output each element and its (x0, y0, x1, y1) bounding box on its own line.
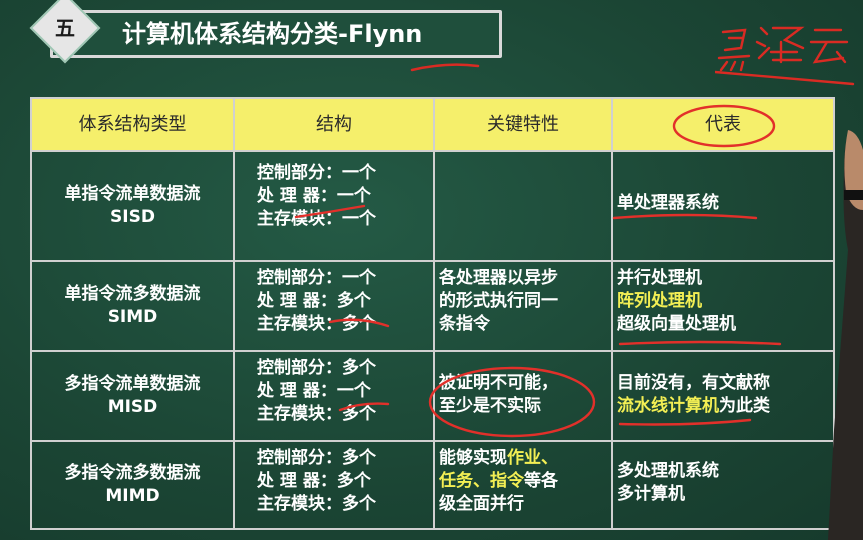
arch-type-cell: 单指令流单数据流 SISD (32, 152, 235, 262)
structure-line: 控制部分：多个 (257, 448, 376, 468)
representative-cell: 目前没有，有文献称 流水线计算机为此类 (613, 352, 833, 442)
feature-line: 条指令 (439, 314, 490, 334)
feature-cell: 能够实现作业、 任务、指令等各 级全面并行 (435, 442, 613, 528)
handwritten-signature (715, 26, 855, 86)
representative-line: 目前没有，有文献称 (617, 373, 770, 393)
arch-type-en: MISD (107, 397, 158, 417)
structure-line: 主存模块：一个 (257, 209, 376, 229)
arch-type-en: SIMD (107, 307, 158, 327)
structure-line: 主存模块：多个 (257, 494, 376, 514)
arch-type-cn: 多指令流单数据流 (64, 374, 201, 394)
representative-line: 多处理机系统 (617, 461, 719, 481)
structure-line: 主存模块：多个 (257, 314, 376, 334)
structure-cell: 控制部分：多个 处 理 器：一个 主存模块：多个 (235, 352, 435, 442)
flynn-classification-table: 体系结构类型 结构 关键特性 代表 单指令流单数据流 SISD 控制部分：一个 … (30, 97, 835, 530)
representative-cell: 多处理机系统 多计算机 (613, 442, 833, 528)
representative-line: 流水线计算机为此类 (617, 395, 833, 418)
structure-line: 控制部分：一个 (257, 163, 376, 183)
header-representative: 代表 (613, 99, 833, 152)
structure-cell: 控制部分：一个 处 理 器：一个 主存模块：一个 (235, 152, 435, 262)
representative-line: 并行处理机 (617, 268, 702, 288)
feature-cell (435, 152, 613, 262)
arch-type-cn: 多指令流多数据流 (64, 463, 201, 483)
structure-line: 处 理 器：一个 (257, 381, 371, 401)
table-row: 多指令流多数据流 MIMD 控制部分：多个 处 理 器：多个 主存模块：多个 能… (32, 442, 833, 528)
feature-line: 的形式执行同一 (439, 291, 558, 311)
representative-cell: 单处理器系统 (613, 152, 833, 262)
feature-line: 级全面并行 (439, 494, 524, 514)
structure-line: 控制部分：多个 (257, 358, 376, 378)
table-header-row: 体系结构类型 结构 关键特性 代表 (32, 99, 833, 152)
representative-line: 多计算机 (617, 484, 685, 504)
representative-line-highlight: 阵列处理机 (617, 291, 702, 311)
annotation-underline (410, 63, 480, 72)
table-row: 单指令流多数据流 SIMD 控制部分：一个 处 理 器：多个 主存模块：多个 各… (32, 262, 833, 352)
presenter-figure (828, 130, 863, 540)
table-row: 多指令流单数据流 MISD 控制部分：多个 处 理 器：一个 主存模块：多个 被… (32, 352, 833, 442)
representative-rest: 为此类 (719, 396, 770, 416)
feature-cell: 被证明不可能， 至少是不实际 (435, 352, 613, 442)
table-row: 单指令流单数据流 SISD 控制部分：一个 处 理 器：一个 主存模块：一个 单… (32, 152, 833, 262)
section-badge-label: 五 (55, 16, 75, 40)
feature-cell: 各处理器以异步 的形式执行同一 条指令 (435, 262, 613, 352)
arch-type-cn: 单指令流单数据流 (64, 184, 201, 204)
header-key-feature: 关键特性 (435, 99, 613, 152)
structure-line: 处 理 器：多个 (257, 471, 371, 491)
arch-type-en: SISD (110, 207, 155, 227)
arch-type-cell: 单指令流多数据流 SIMD (32, 262, 235, 352)
arch-type-cell: 多指令流单数据流 MISD (32, 352, 235, 442)
feature-line: 至少是不实际 (439, 396, 541, 416)
header-structure: 结构 (235, 99, 435, 152)
structure-line: 处 理 器：一个 (257, 186, 371, 206)
representative-line: 超级向量处理机 (617, 314, 736, 334)
structure-line: 主存模块：多个 (257, 404, 376, 424)
representative-line: 单处理器系统 (617, 193, 719, 213)
structure-cell: 控制部分：多个 处 理 器：多个 主存模块：多个 (235, 442, 435, 528)
representative-highlight: 流水线计算机 (617, 396, 719, 416)
header-arch-type: 体系结构类型 (32, 99, 235, 152)
arch-type-cn: 单指令流多数据流 (64, 284, 201, 304)
arch-type-en: MIMD (105, 486, 160, 506)
feature-line: 能够实现作业、 (439, 447, 611, 470)
feature-line: 被证明不可能， (439, 373, 558, 393)
structure-cell: 控制部分：一个 处 理 器：多个 主存模块：多个 (235, 262, 435, 352)
structure-line: 控制部分：一个 (257, 268, 376, 288)
arch-type-cell: 多指令流多数据流 MIMD (32, 442, 235, 528)
feature-highlight: 任务、指令 (439, 471, 524, 491)
feature-line: 任务、指令等各 (439, 470, 611, 493)
slide-title: 计算机体系结构分类-Flynn (122, 20, 423, 48)
feature-text: 能够实现 (439, 448, 507, 468)
structure-line: 处 理 器：多个 (257, 291, 371, 311)
feature-text: 等各 (524, 471, 558, 491)
feature-line: 各处理器以异步 (439, 268, 558, 288)
feature-highlight: 作业、 (507, 448, 558, 468)
representative-cell: 并行处理机 阵列处理机 超级向量处理机 (613, 262, 833, 352)
